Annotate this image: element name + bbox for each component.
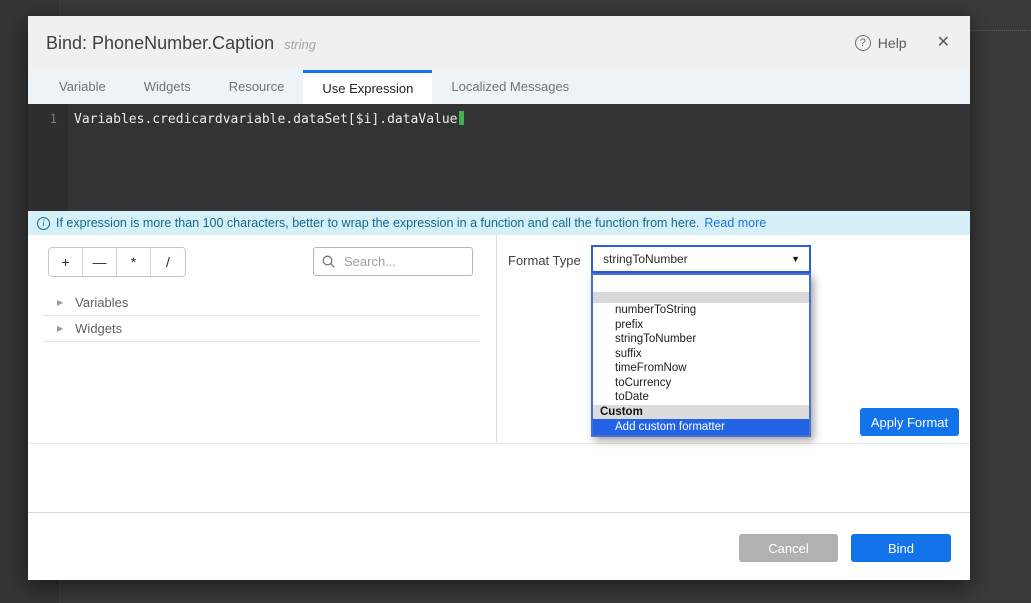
expression-tools-panel: + — * / ▶ Variables ▶ Widgets — [28, 235, 497, 443]
format-preview-section — [28, 443, 970, 512]
multiply-operator-button[interactable]: * — [117, 248, 151, 276]
search-input[interactable] — [313, 247, 473, 276]
dialog-footer: Cancel Bind — [28, 512, 970, 580]
help-label: Help — [878, 35, 907, 51]
tree-item-widgets[interactable]: ▶ Widgets — [43, 316, 480, 342]
tab-bar: Variable Widgets Resource Use Expression… — [28, 70, 970, 104]
info-icon: i — [37, 217, 50, 230]
search-icon — [322, 255, 335, 268]
info-bar: i If expression is more than 100 charact… — [28, 211, 970, 235]
apply-format-button[interactable]: Apply Format — [860, 408, 959, 436]
dropdown-option-numbertostring[interactable]: numberToString — [593, 303, 809, 318]
chevron-right-icon: ▶ — [57, 324, 63, 333]
plus-operator-button[interactable]: + — [49, 248, 83, 276]
format-type-dropdown: numberToString prefix stringToNumber suf… — [591, 273, 811, 437]
help-icon: ? — [855, 35, 871, 51]
dropdown-option-blank[interactable] — [593, 275, 809, 292]
dialog-header-actions: ? Help ✕ — [855, 16, 950, 70]
dropdown-option-blank-highlighted[interactable] — [593, 292, 809, 303]
tab-variable[interactable]: Variable — [40, 70, 125, 104]
dialog-title-text: Bind: PhoneNumber.Caption — [46, 33, 274, 53]
chevron-right-icon: ▶ — [57, 298, 63, 307]
dialog-type-label: string — [284, 37, 316, 52]
dropdown-option-tocurrency[interactable]: toCurrency — [593, 376, 809, 391]
editor-code-line[interactable]: Variables.credicardvariable.dataSet[$i].… — [74, 111, 464, 127]
dropdown-option-add-custom-formatter[interactable]: Add custom formatter — [593, 419, 809, 435]
dropdown-option-prefix[interactable]: prefix — [593, 318, 809, 333]
tab-localized-messages[interactable]: Localized Messages — [432, 70, 588, 104]
expression-editor[interactable]: 1 Variables.credicardvariable.dataSet[$i… — [28, 104, 970, 211]
tab-widgets[interactable]: Widgets — [125, 70, 210, 104]
main-panel: + — * / ▶ Variables ▶ Widgets — [28, 235, 970, 443]
dropdown-option-timefromnow[interactable]: timeFromNow — [593, 361, 809, 376]
editor-line-number: 1 — [50, 112, 57, 126]
tree-item-variables[interactable]: ▶ Variables — [43, 290, 480, 316]
format-type-selected-value: stringToNumber — [593, 252, 791, 266]
tab-resource[interactable]: Resource — [210, 70, 304, 104]
tree-item-label: Widgets — [75, 321, 122, 336]
text-cursor — [459, 111, 464, 125]
expression-text: Variables.credicardvariable.dataSet[$i].… — [74, 112, 458, 127]
search-box — [313, 247, 473, 276]
dropdown-option-suffix[interactable]: suffix — [593, 347, 809, 362]
background-dotted-divider — [966, 30, 1031, 31]
editor-gutter: 1 — [28, 104, 68, 211]
format-type-label: Format Type — [508, 253, 581, 268]
binding-source-tree: ▶ Variables ▶ Widgets — [43, 290, 480, 342]
tab-use-expression[interactable]: Use Expression — [303, 70, 432, 104]
dropdown-group-label-custom: Custom — [593, 405, 809, 419]
dropdown-option-todate[interactable]: toDate — [593, 390, 809, 405]
minus-operator-button[interactable]: — — [83, 248, 117, 276]
format-type-select[interactable]: stringToNumber ▼ — [591, 245, 811, 273]
chevron-down-icon: ▼ — [791, 254, 809, 264]
operator-button-group: + — * / — [48, 247, 186, 277]
read-more-link[interactable]: Read more — [704, 216, 766, 230]
tree-item-label: Variables — [75, 295, 128, 310]
close-icon[interactable]: ✕ — [937, 35, 950, 51]
dropdown-option-stringtonumber[interactable]: stringToNumber — [593, 332, 809, 347]
dialog-header: Bind: PhoneNumber.Caption string ? Help ✕ — [28, 16, 970, 70]
bind-dialog: Bind: PhoneNumber.Caption string ? Help ✕… — [28, 16, 970, 580]
cancel-button[interactable]: Cancel — [739, 534, 838, 562]
divide-operator-button[interactable]: / — [151, 248, 185, 276]
bind-button[interactable]: Bind — [851, 534, 951, 562]
help-button[interactable]: ? Help — [855, 35, 907, 51]
dialog-title: Bind: PhoneNumber.Caption string — [46, 16, 316, 70]
info-message: If expression is more than 100 character… — [56, 216, 699, 230]
